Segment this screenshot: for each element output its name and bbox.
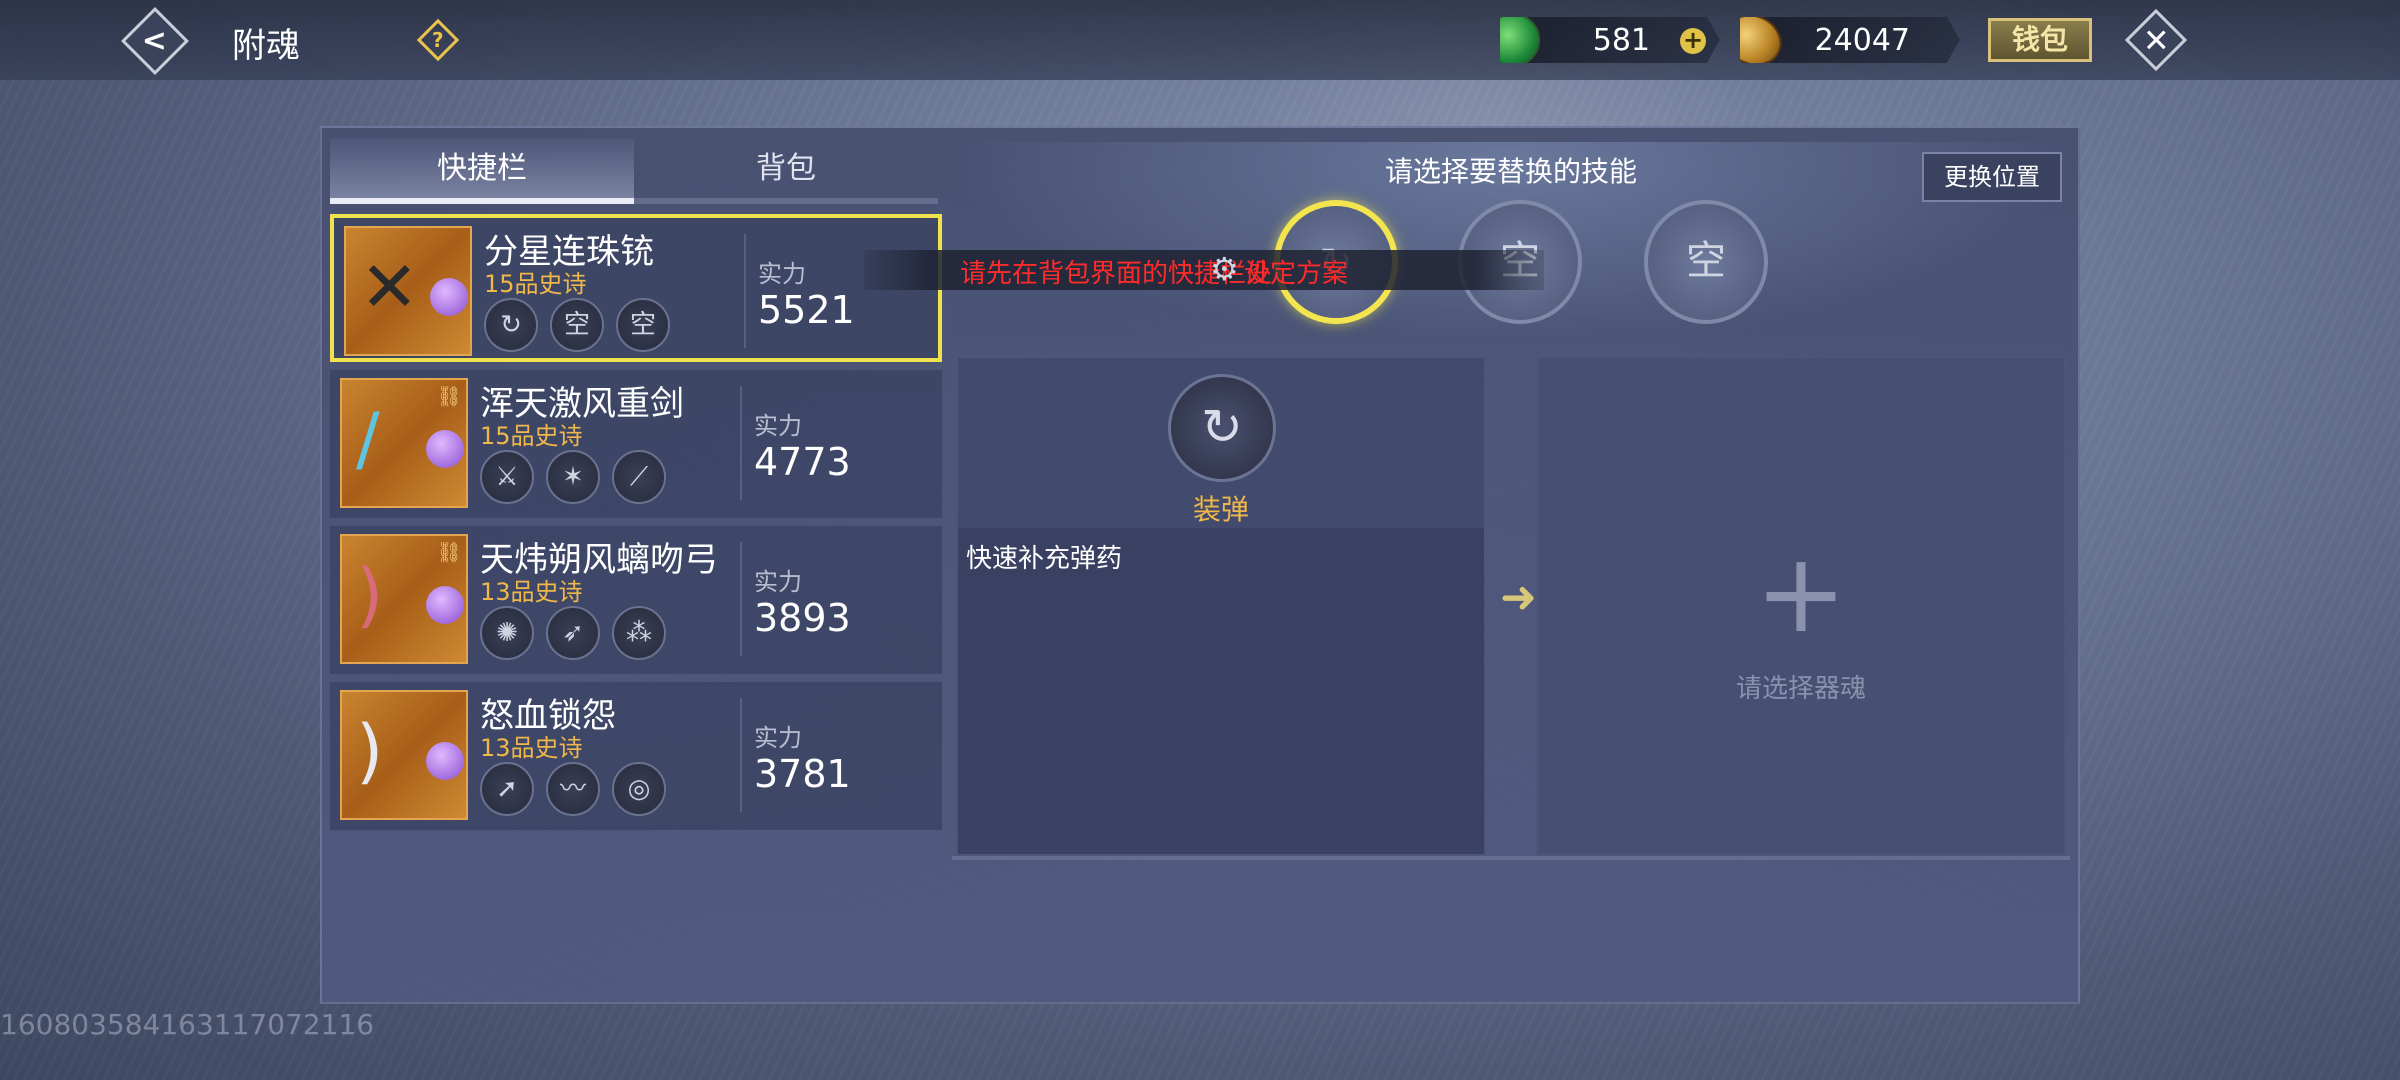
sword-skill-icon[interactable]: ⚔ [480, 450, 534, 504]
weapon-list: ✕ 分星连珠铳 15品史诗 ↻ 空 空 实力 5521 ⛓ / 浑天激风重剑 1… [330, 214, 942, 838]
chain-icon: ⛓ [436, 384, 462, 408]
weapon-icon-bow: ⛓ ) [340, 534, 468, 664]
strike-skill-icon[interactable]: ⟋ [612, 450, 666, 504]
skill-name: 装弹 [1192, 493, 1249, 526]
soul-icon [426, 586, 464, 624]
warning-text-tail: 设定方案 [1244, 259, 1349, 289]
chain-icon: ⛓ [436, 540, 462, 564]
close-icon: ✕ [2142, 21, 2170, 59]
power-value: 3781 [754, 752, 851, 796]
soul-icon [430, 278, 468, 316]
weapon-grade: 13品史诗 [480, 578, 583, 606]
jade-amount: 581 [1592, 23, 1650, 58]
divider [744, 234, 746, 348]
weapon-row[interactable]: ⛓ / 浑天激风重剑 15品史诗 ⚔ ✶ ⟋ 实力 4773 [330, 370, 942, 518]
question-icon: ? [432, 27, 444, 52]
weapon-row[interactable]: ✕ 分星连珠铳 15品史诗 ↻ 空 空 实力 5521 [330, 214, 942, 362]
skill-select-header: 请选择要替换的技能 更换位置 ↻ 空 空 请先在背包界面的快捷栏处 ⚙ 设定方案 [864, 142, 2070, 342]
arrow-right-icon: ➜ [1500, 572, 1537, 623]
user-id: 1608035841631170721​16 [0, 1008, 375, 1041]
skill-slots: ➚ 〰 ◎ [480, 762, 666, 816]
select-soul-slot[interactable]: + 请选择器魂 [1536, 356, 2066, 856]
jade-icon [1500, 17, 1540, 63]
arrow-skill-icon[interactable]: ➶ [546, 606, 600, 660]
empty-skill-slot[interactable]: 空 [616, 298, 670, 352]
select-skill-title: 请选择要替换的技能 [1384, 155, 1637, 188]
help-button[interactable]: ? [416, 18, 460, 62]
divider [740, 386, 742, 500]
coin-currency: 24047 [1740, 17, 1960, 63]
back-button[interactable]: < [120, 6, 190, 76]
tab-quickbar[interactable]: 快捷栏 [330, 138, 634, 204]
weapon-icon-sword: ⛓ / [340, 378, 468, 508]
tab-backpack[interactable]: 背包 [634, 138, 938, 204]
back-arrow-icon: < [142, 23, 168, 59]
power-label: 实力 [754, 724, 802, 752]
wind-skill-icon[interactable]: 〰 [546, 762, 600, 816]
vortex-skill-icon[interactable]: ◎ [612, 762, 666, 816]
weapon-row[interactable]: ⛓ ) 天炜朔风螭吻弓 13品史诗 ✺ ➶ ⁂ 实力 3893 [330, 526, 942, 674]
slash-skill-icon[interactable]: ✶ [546, 450, 600, 504]
wallet-button[interactable]: 钱包 [1988, 18, 2092, 62]
close-button[interactable]: ✕ [2124, 8, 2188, 72]
skill-replace-area: 请选择要替换的技能 更换位置 ↻ 空 空 请先在背包界面的快捷栏处 ⚙ 设定方案… [864, 142, 2070, 872]
weapon-grade: 15品史诗 [484, 270, 587, 298]
gear-icon: ⚙ [1210, 250, 1239, 288]
top-bar: < 附魂 ? 581 + 24047 钱包 ✕ [0, 0, 2400, 80]
swap-position-button[interactable]: 更换位置 [1922, 152, 2062, 202]
reload-skill-icon: ↻ [1168, 374, 1276, 482]
soul-icon [426, 742, 464, 780]
burst-skill-icon[interactable]: ✺ [480, 606, 534, 660]
weapon-grade: 15品史诗 [480, 422, 583, 450]
divider [740, 698, 742, 812]
weapon-icon-bow: ) [340, 690, 468, 820]
warning-banner: 请先在背包界面的快捷栏处 ⚙ 设定方案 [864, 250, 1544, 290]
select-soul-label: 请选择器魂 [1735, 674, 1866, 704]
power-value: 4773 [754, 440, 851, 484]
skill-slots: ⚔ ✶ ⟋ [480, 450, 666, 504]
shot-skill-icon[interactable]: ➚ [480, 762, 534, 816]
power-label: 实力 [758, 260, 806, 288]
current-skill-card: ↻ 装弹 快速补充弹药 [956, 356, 1486, 856]
empty-skill-slot[interactable]: 空 [550, 298, 604, 352]
coin-amount: 24047 [1814, 23, 1910, 58]
page-title: 附魂 [232, 26, 300, 66]
soul-icon [426, 430, 464, 468]
weapon-grade: 13品史诗 [480, 734, 583, 762]
rain-skill-icon[interactable]: ⁂ [612, 606, 666, 660]
weapon-icon-gun: ✕ [344, 226, 472, 356]
coin-icon [1740, 17, 1788, 63]
reload-skill-icon[interactable]: ↻ [484, 298, 538, 352]
divider [740, 542, 742, 656]
main-panel: 快捷栏 背包 ✕ 分星连珠铳 15品史诗 ↻ 空 空 实力 5521 ⛓ / 浑… [320, 126, 2080, 1004]
power-value: 3893 [754, 596, 851, 640]
power-value: 5521 [758, 288, 855, 332]
bow-icon: ) [356, 554, 384, 636]
tab-bar: 快捷栏 背包 [330, 138, 938, 204]
skill-slots: ✺ ➶ ⁂ [480, 606, 666, 660]
skill-slots: ↻ 空 空 [484, 298, 670, 352]
power-label: 实力 [754, 568, 802, 596]
weapon-row[interactable]: ) 怒血锁怨 13品史诗 ➚ 〰 ◎ 实力 3781 [330, 682, 942, 830]
skill-slot-empty[interactable]: 空 [1644, 200, 1768, 324]
gun-icon: ✕ [360, 246, 419, 328]
add-jade-button[interactable]: + [1680, 28, 1706, 54]
bow-icon: ) [356, 710, 384, 792]
power-label: 实力 [754, 412, 802, 440]
divider [952, 856, 2070, 860]
skill-description: 快速补充弹药 [966, 544, 1123, 574]
sword-icon: / [356, 398, 380, 480]
plus-icon: + [1754, 529, 1848, 657]
